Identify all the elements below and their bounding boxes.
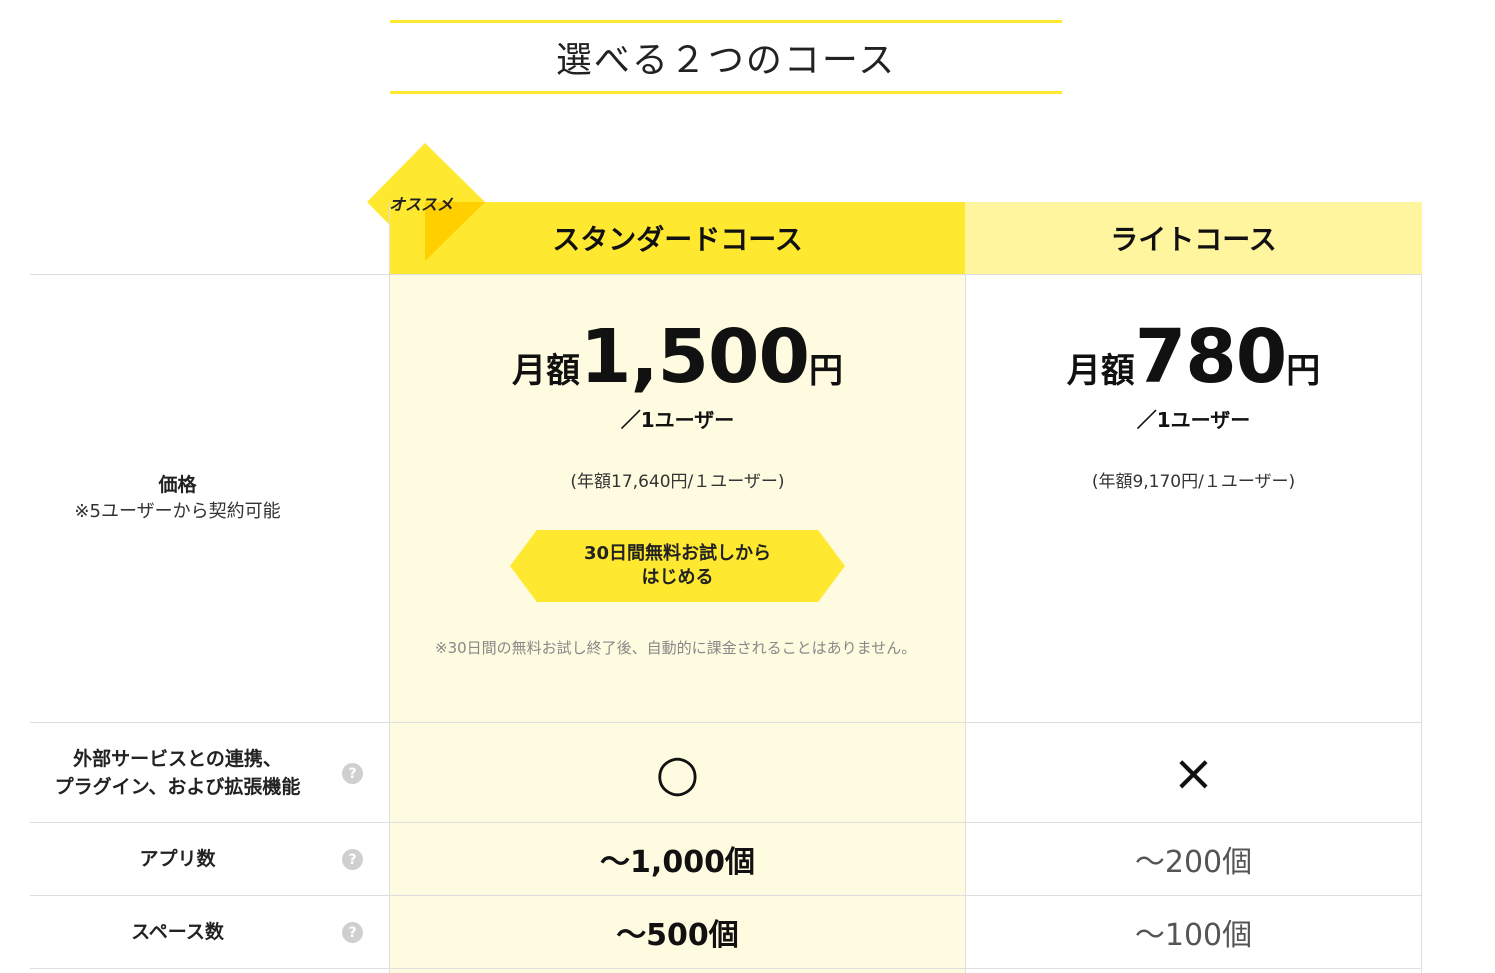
lite-course-header: ライトコース bbox=[965, 202, 1422, 274]
lite-course-name: ライトコース bbox=[1110, 223, 1277, 256]
standard-price: 月額 1,500 円 ／1ユーザー (年額17,640円/１ユーザー) bbox=[390, 320, 965, 492]
feature-label-line1: 外部サービスとの連携、 bbox=[73, 747, 282, 770]
lite-spaces-value: ～100個 bbox=[965, 896, 1422, 968]
standard-price-prefix: 月額 bbox=[511, 351, 580, 391]
standard-price-yen: 円 bbox=[809, 351, 844, 391]
help-icon[interactable]: ? bbox=[342, 922, 363, 943]
standard-spaces-count: ～500個 bbox=[616, 918, 739, 953]
feature-label-spaces: スペース数 bbox=[30, 896, 325, 968]
lite-apps-value: ～200個 bbox=[965, 823, 1422, 895]
free-trial-button-line2: はじめる bbox=[641, 567, 714, 588]
lite-price: 月額 780 円 ／1ユーザー (年額9,170円/１ユーザー) bbox=[965, 320, 1422, 492]
supported-mark: ○ bbox=[655, 743, 700, 802]
lite-price-prefix: 月額 bbox=[1066, 351, 1135, 391]
lite-price-line: 月額 780 円 bbox=[1067, 320, 1320, 394]
feature-label-line2: プラグイン、および拡張機能 bbox=[54, 775, 301, 798]
recommend-badge: オススメ bbox=[367, 143, 487, 261]
standard-integrations-value: ○ bbox=[390, 723, 965, 822]
standard-price-amount: 1,500 bbox=[579, 314, 810, 400]
price-label: 価格 bbox=[158, 474, 197, 496]
feature-label-line1: アプリ数 bbox=[139, 848, 216, 870]
feature-label-line1: スペース数 bbox=[131, 921, 224, 943]
standard-course-name: スタンダードコース bbox=[552, 223, 803, 256]
lite-integrations-value: × bbox=[965, 723, 1422, 822]
help-icon[interactable]: ? bbox=[342, 849, 363, 870]
standard-apps-value: ～1,000個 bbox=[390, 823, 965, 895]
unsupported-mark: × bbox=[1172, 743, 1215, 802]
feature-label-integrations: 外部サービスとの連携、 プラグイン、および拡張機能 bbox=[30, 723, 325, 822]
lite-per-user: ／1ユーザー bbox=[1136, 408, 1251, 432]
standard-price-line: 月額 1,500 円 bbox=[512, 320, 843, 394]
lite-price-amount: 780 bbox=[1134, 314, 1287, 400]
lite-spaces-count: ～100個 bbox=[1134, 918, 1253, 953]
free-trial-button-line1: 30日間無料お試しから bbox=[583, 543, 772, 564]
standard-per-user: ／1ユーザー bbox=[620, 408, 735, 432]
price-row-label: 価格 ※5ユーザーから契約可能 bbox=[30, 275, 325, 722]
standard-spaces-value: ～500個 bbox=[390, 896, 965, 968]
section-heading: 選べる２つのコース bbox=[390, 20, 1062, 94]
help-icon[interactable]: ? bbox=[342, 763, 363, 784]
price-note: ※5ユーザーから契約可能 bbox=[74, 501, 281, 522]
standard-apps-count: ～1,000個 bbox=[600, 845, 755, 880]
lite-price-yen: 円 bbox=[1286, 351, 1321, 391]
recommend-badge-label: オススメ bbox=[389, 195, 454, 214]
row-divider bbox=[30, 968, 1422, 969]
free-trial-button[interactable]: 30日間無料お試しから はじめる bbox=[510, 530, 845, 602]
standard-annual-price: (年額17,640円/１ユーザー) bbox=[570, 472, 785, 492]
lite-apps-count: ～200個 bbox=[1134, 845, 1253, 880]
trial-note: ※30日間の無料お試し終了後、自動的に課金されることはありません。 bbox=[435, 639, 917, 657]
feature-label-apps: アプリ数 bbox=[30, 823, 325, 895]
section-title: 選べる２つのコース bbox=[555, 40, 897, 81]
lite-annual-price: (年額9,170円/１ユーザー) bbox=[1091, 472, 1296, 492]
